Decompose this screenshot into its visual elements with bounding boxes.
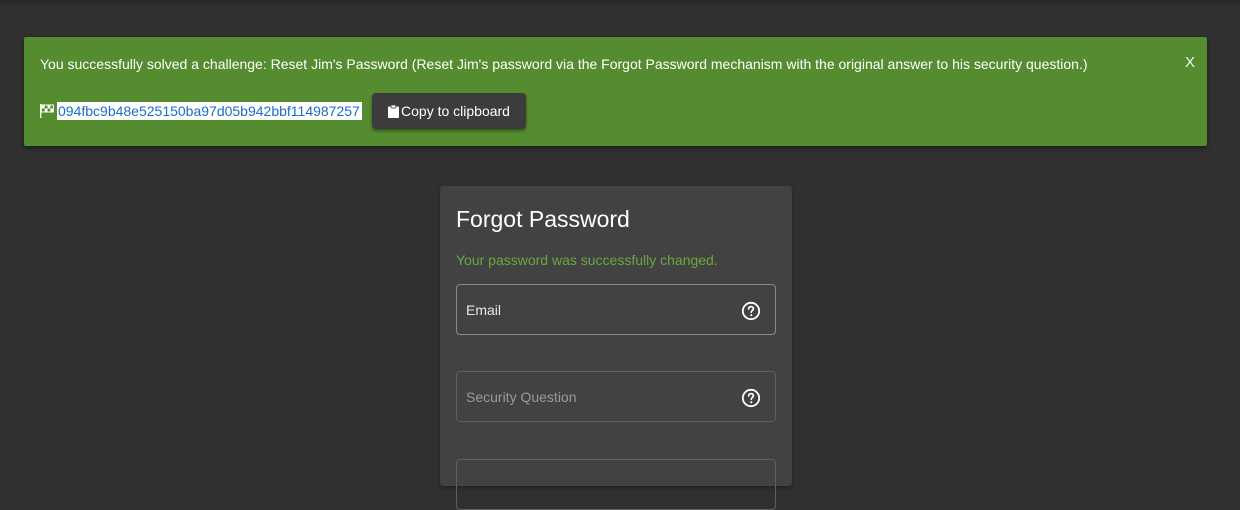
email-field[interactable]: Email xyxy=(456,284,776,335)
new-password-field[interactable] xyxy=(456,459,776,510)
help-circle-icon[interactable] xyxy=(741,301,761,321)
copy-button-label: Copy to clipboard xyxy=(401,103,510,119)
clipboard-icon xyxy=(388,104,400,118)
close-banner-button[interactable]: X xyxy=(1185,54,1195,71)
challenge-solved-banner: You successfully solved a challenge: Res… xyxy=(24,37,1207,146)
security-question-field[interactable]: Security Question xyxy=(456,371,776,422)
copy-to-clipboard-button[interactable]: Copy to clipboard xyxy=(372,93,526,129)
security-question-label: Security Question xyxy=(466,389,577,405)
challenge-flag-code[interactable]: 094fbc9b48e525150ba97d05b942bbf114987257 xyxy=(57,102,362,120)
toolbar-shadow xyxy=(0,0,1240,6)
forgot-password-card: Forgot Password Your password was succes… xyxy=(440,186,792,510)
page-title: Forgot Password xyxy=(456,206,630,232)
challenge-message: You successfully solved a challenge: Res… xyxy=(40,56,1088,72)
email-field-label: Email xyxy=(466,302,502,318)
checkered-flag-icon xyxy=(40,104,54,118)
password-changed-message: Your password was successfully changed. xyxy=(456,252,718,268)
help-circle-icon[interactable] xyxy=(741,388,761,408)
